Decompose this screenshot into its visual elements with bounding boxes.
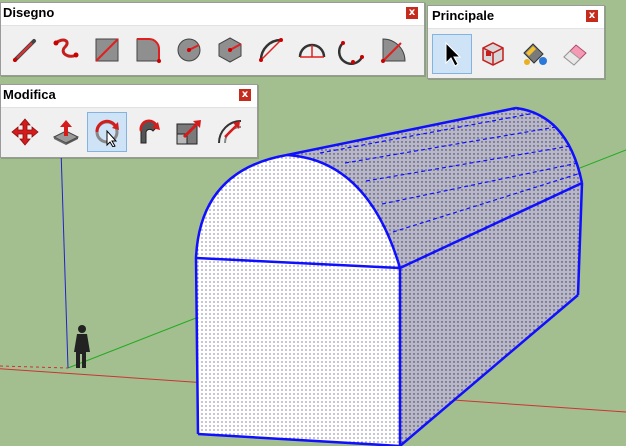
- scale-tool-button[interactable]: [169, 112, 209, 152]
- toolbar-header[interactable]: Modifica x: [1, 85, 257, 108]
- arc-tool-button[interactable]: [251, 30, 291, 70]
- toolbar-title: Modifica: [3, 87, 56, 102]
- circle-tool-button[interactable]: [169, 30, 209, 70]
- toolbar-principale[interactable]: Principale x: [427, 5, 605, 79]
- 3point-arc-tool-button[interactable]: [333, 30, 373, 70]
- eraser-icon: [563, 44, 587, 66]
- arrow-cursor-icon: [445, 41, 462, 67]
- close-icon[interactable]: x: [239, 89, 251, 101]
- rectangle-tool-button[interactable]: [87, 30, 127, 70]
- toolbar-title: Disegno: [3, 5, 55, 20]
- component-tool-button[interactable]: [473, 34, 513, 74]
- freehand-tool-button[interactable]: [46, 30, 86, 70]
- polygon-icon: [218, 37, 242, 63]
- pie-icon: [381, 38, 406, 63]
- scale-icon: [176, 120, 201, 145]
- toolbar-header[interactable]: Principale x: [428, 6, 604, 29]
- push-pull-icon: [52, 120, 80, 145]
- rotated-rectangle-tool-button[interactable]: [128, 30, 168, 70]
- toolbar-header[interactable]: Disegno x: [1, 3, 424, 26]
- push-pull-tool-button[interactable]: [46, 112, 86, 152]
- follow-me-icon: [139, 119, 160, 144]
- paint-bucket-icon: [523, 43, 547, 65]
- move-tool-button[interactable]: [5, 112, 45, 152]
- offset-tool-button[interactable]: [210, 112, 250, 152]
- circle-icon: [177, 38, 201, 62]
- toolbar-title: Principale: [432, 8, 495, 23]
- eraser-tool-button[interactable]: [555, 34, 595, 74]
- line-tool-button[interactable]: [5, 30, 45, 70]
- blue-axis: [60, 149, 69, 369]
- move-arrows-icon: [11, 118, 39, 146]
- scale-figure[interactable]: [74, 325, 90, 368]
- rotate-tool-button[interactable]: [87, 112, 127, 152]
- three-point-arc-icon: [338, 41, 364, 65]
- rectangle-icon: [95, 38, 119, 62]
- close-icon[interactable]: x: [406, 7, 418, 19]
- close-icon[interactable]: x: [586, 10, 598, 22]
- select-tool-button[interactable]: [432, 34, 472, 74]
- component-box-icon: [482, 42, 504, 66]
- two-point-arc-icon: [298, 43, 326, 58]
- polygon-tool-button[interactable]: [210, 30, 250, 70]
- rotated-rectangle-icon: [136, 38, 161, 63]
- arc-icon: [259, 38, 283, 62]
- freehand-icon: [53, 38, 79, 58]
- 2point-arc-tool-button[interactable]: [292, 30, 332, 70]
- toolbar-modifica[interactable]: Modifica x: [0, 84, 258, 158]
- offset-icon: [218, 120, 242, 144]
- red-axis-dashed: [0, 365, 69, 369]
- rotate-icon: [95, 119, 119, 147]
- pie-tool-button[interactable]: [374, 30, 414, 70]
- paint-bucket-tool-button[interactable]: [514, 34, 554, 74]
- pencil-icon: [13, 39, 36, 62]
- follow-me-tool-button[interactable]: [128, 112, 168, 152]
- toolbar-disegno[interactable]: Disegno x: [0, 2, 425, 76]
